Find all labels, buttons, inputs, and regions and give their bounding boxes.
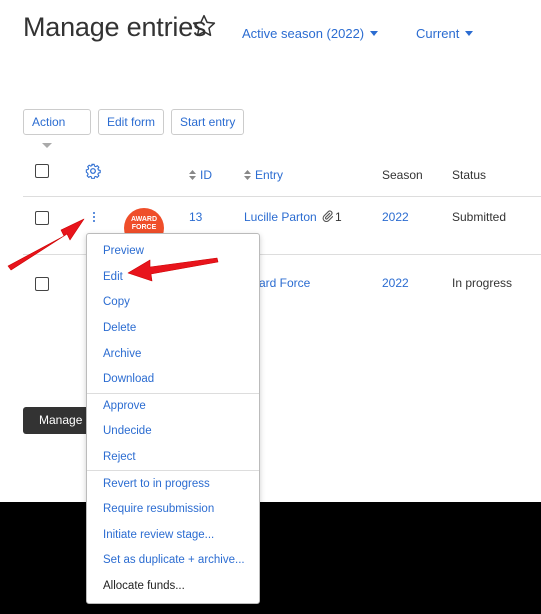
season-filter-dropdown[interactable]: Active season (2022) bbox=[242, 26, 379, 41]
entry-logo-text: AWARD FORCE bbox=[130, 216, 158, 231]
column-header-status: Status bbox=[452, 168, 487, 182]
sort-icon bbox=[244, 169, 251, 180]
page: Manage entries Active season (2022) Curr… bbox=[0, 0, 541, 502]
page-title: Manage entries bbox=[23, 12, 207, 42]
chevron-down-icon bbox=[370, 31, 379, 37]
menu-divider bbox=[87, 470, 259, 471]
menu-item-edit[interactable]: Edit bbox=[103, 271, 123, 283]
menu-item-download[interactable]: Download bbox=[103, 373, 154, 385]
view-filter-label: Current bbox=[416, 26, 460, 41]
entry-status: Submitted bbox=[452, 210, 507, 224]
menu-item-delete[interactable]: Delete bbox=[103, 322, 136, 334]
season-filter-label: Active season (2022) bbox=[242, 26, 365, 41]
sort-icon bbox=[189, 169, 196, 180]
chevron-down-icon bbox=[42, 143, 52, 149]
kebab-menu-icon[interactable] bbox=[91, 212, 97, 226]
column-header-id-label: ID bbox=[200, 168, 212, 182]
divider bbox=[23, 196, 541, 197]
menu-item-allocate-funds[interactable]: Allocate funds... bbox=[103, 580, 185, 592]
row-checkbox[interactable] bbox=[35, 211, 49, 225]
menu-item-undecide[interactable]: Undecide bbox=[103, 425, 152, 437]
manage-button[interactable]: Manage bbox=[23, 407, 93, 434]
column-header-entry[interactable]: Entry bbox=[244, 168, 283, 182]
menu-item-preview[interactable]: Preview bbox=[103, 245, 144, 257]
entry-status: In progress bbox=[452, 276, 513, 290]
chevron-down-icon bbox=[465, 31, 474, 37]
entry-season-link[interactable]: 2022 bbox=[382, 276, 409, 290]
edit-form-button[interactable]: Edit form bbox=[98, 109, 165, 135]
menu-item-revert[interactable]: Revert to in progress bbox=[103, 478, 210, 490]
column-header-season: Season bbox=[382, 168, 423, 182]
action-button[interactable]: Action bbox=[23, 109, 91, 149]
column-header-id[interactable]: ID bbox=[189, 168, 212, 182]
menu-item-require-resubmission[interactable]: Require resubmission bbox=[103, 503, 214, 515]
entry-name-link[interactable]: Lucille Parton bbox=[244, 210, 317, 224]
star-icon[interactable] bbox=[191, 13, 217, 39]
column-header-entry-label: Entry bbox=[255, 168, 284, 182]
menu-item-copy[interactable]: Copy bbox=[103, 296, 130, 308]
entry-name-link[interactable]: ard Force bbox=[259, 276, 310, 290]
menu-item-reject[interactable]: Reject bbox=[103, 451, 136, 463]
select-all-checkbox[interactable] bbox=[35, 164, 49, 178]
attachment-count: 1 bbox=[335, 210, 342, 224]
menu-item-set-duplicate[interactable]: Set as duplicate + archive... bbox=[103, 554, 245, 566]
menu-item-archive[interactable]: Archive bbox=[103, 348, 141, 360]
entry-id-link[interactable]: 13 bbox=[189, 210, 202, 224]
action-button-label: Action bbox=[32, 115, 66, 129]
menu-divider bbox=[87, 393, 259, 394]
view-filter-dropdown[interactable]: Current bbox=[416, 26, 474, 41]
menu-item-approve[interactable]: Approve bbox=[103, 400, 146, 412]
paperclip-icon bbox=[322, 210, 333, 222]
row-checkbox[interactable] bbox=[35, 277, 49, 291]
start-entry-button[interactable]: Start entry bbox=[171, 109, 245, 135]
context-menu: Preview Edit Copy Delete Archive Downloa… bbox=[86, 233, 260, 604]
menu-item-initiate-review[interactable]: Initiate review stage... bbox=[103, 529, 214, 541]
gear-icon[interactable] bbox=[85, 163, 101, 179]
entry-season-link[interactable]: 2022 bbox=[382, 210, 409, 224]
